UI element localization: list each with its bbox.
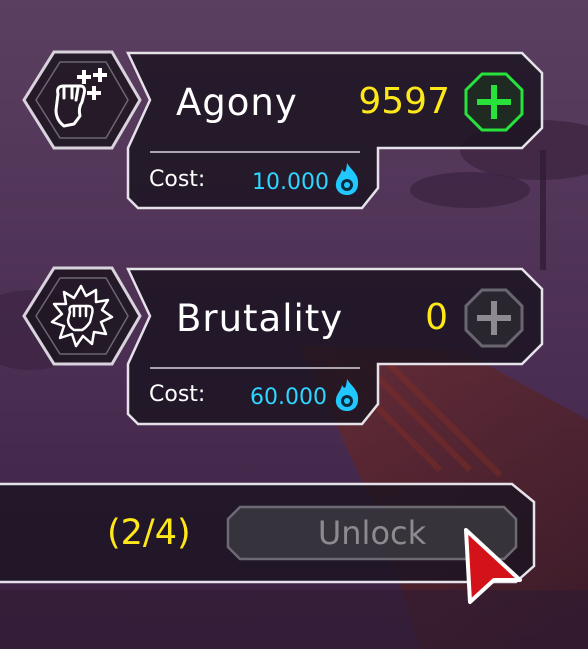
unlock-progress: (2/4) (107, 513, 191, 553)
flame-currency-icon (335, 379, 359, 411)
cursor-arrow-icon (464, 528, 522, 604)
cost-value: 60.000 (250, 385, 327, 410)
fist-impact-icon (50, 284, 114, 348)
skill-card-frame (22, 266, 544, 426)
skill-name: Brutality (176, 297, 344, 340)
upgrade-plus-button-disabled[interactable] (464, 288, 524, 348)
cost-label: Cost: (149, 382, 206, 407)
skill-card-brutality: Brutality 0 Cost: 60.000 (0, 0, 588, 440)
skill-count: 0 (425, 297, 448, 338)
